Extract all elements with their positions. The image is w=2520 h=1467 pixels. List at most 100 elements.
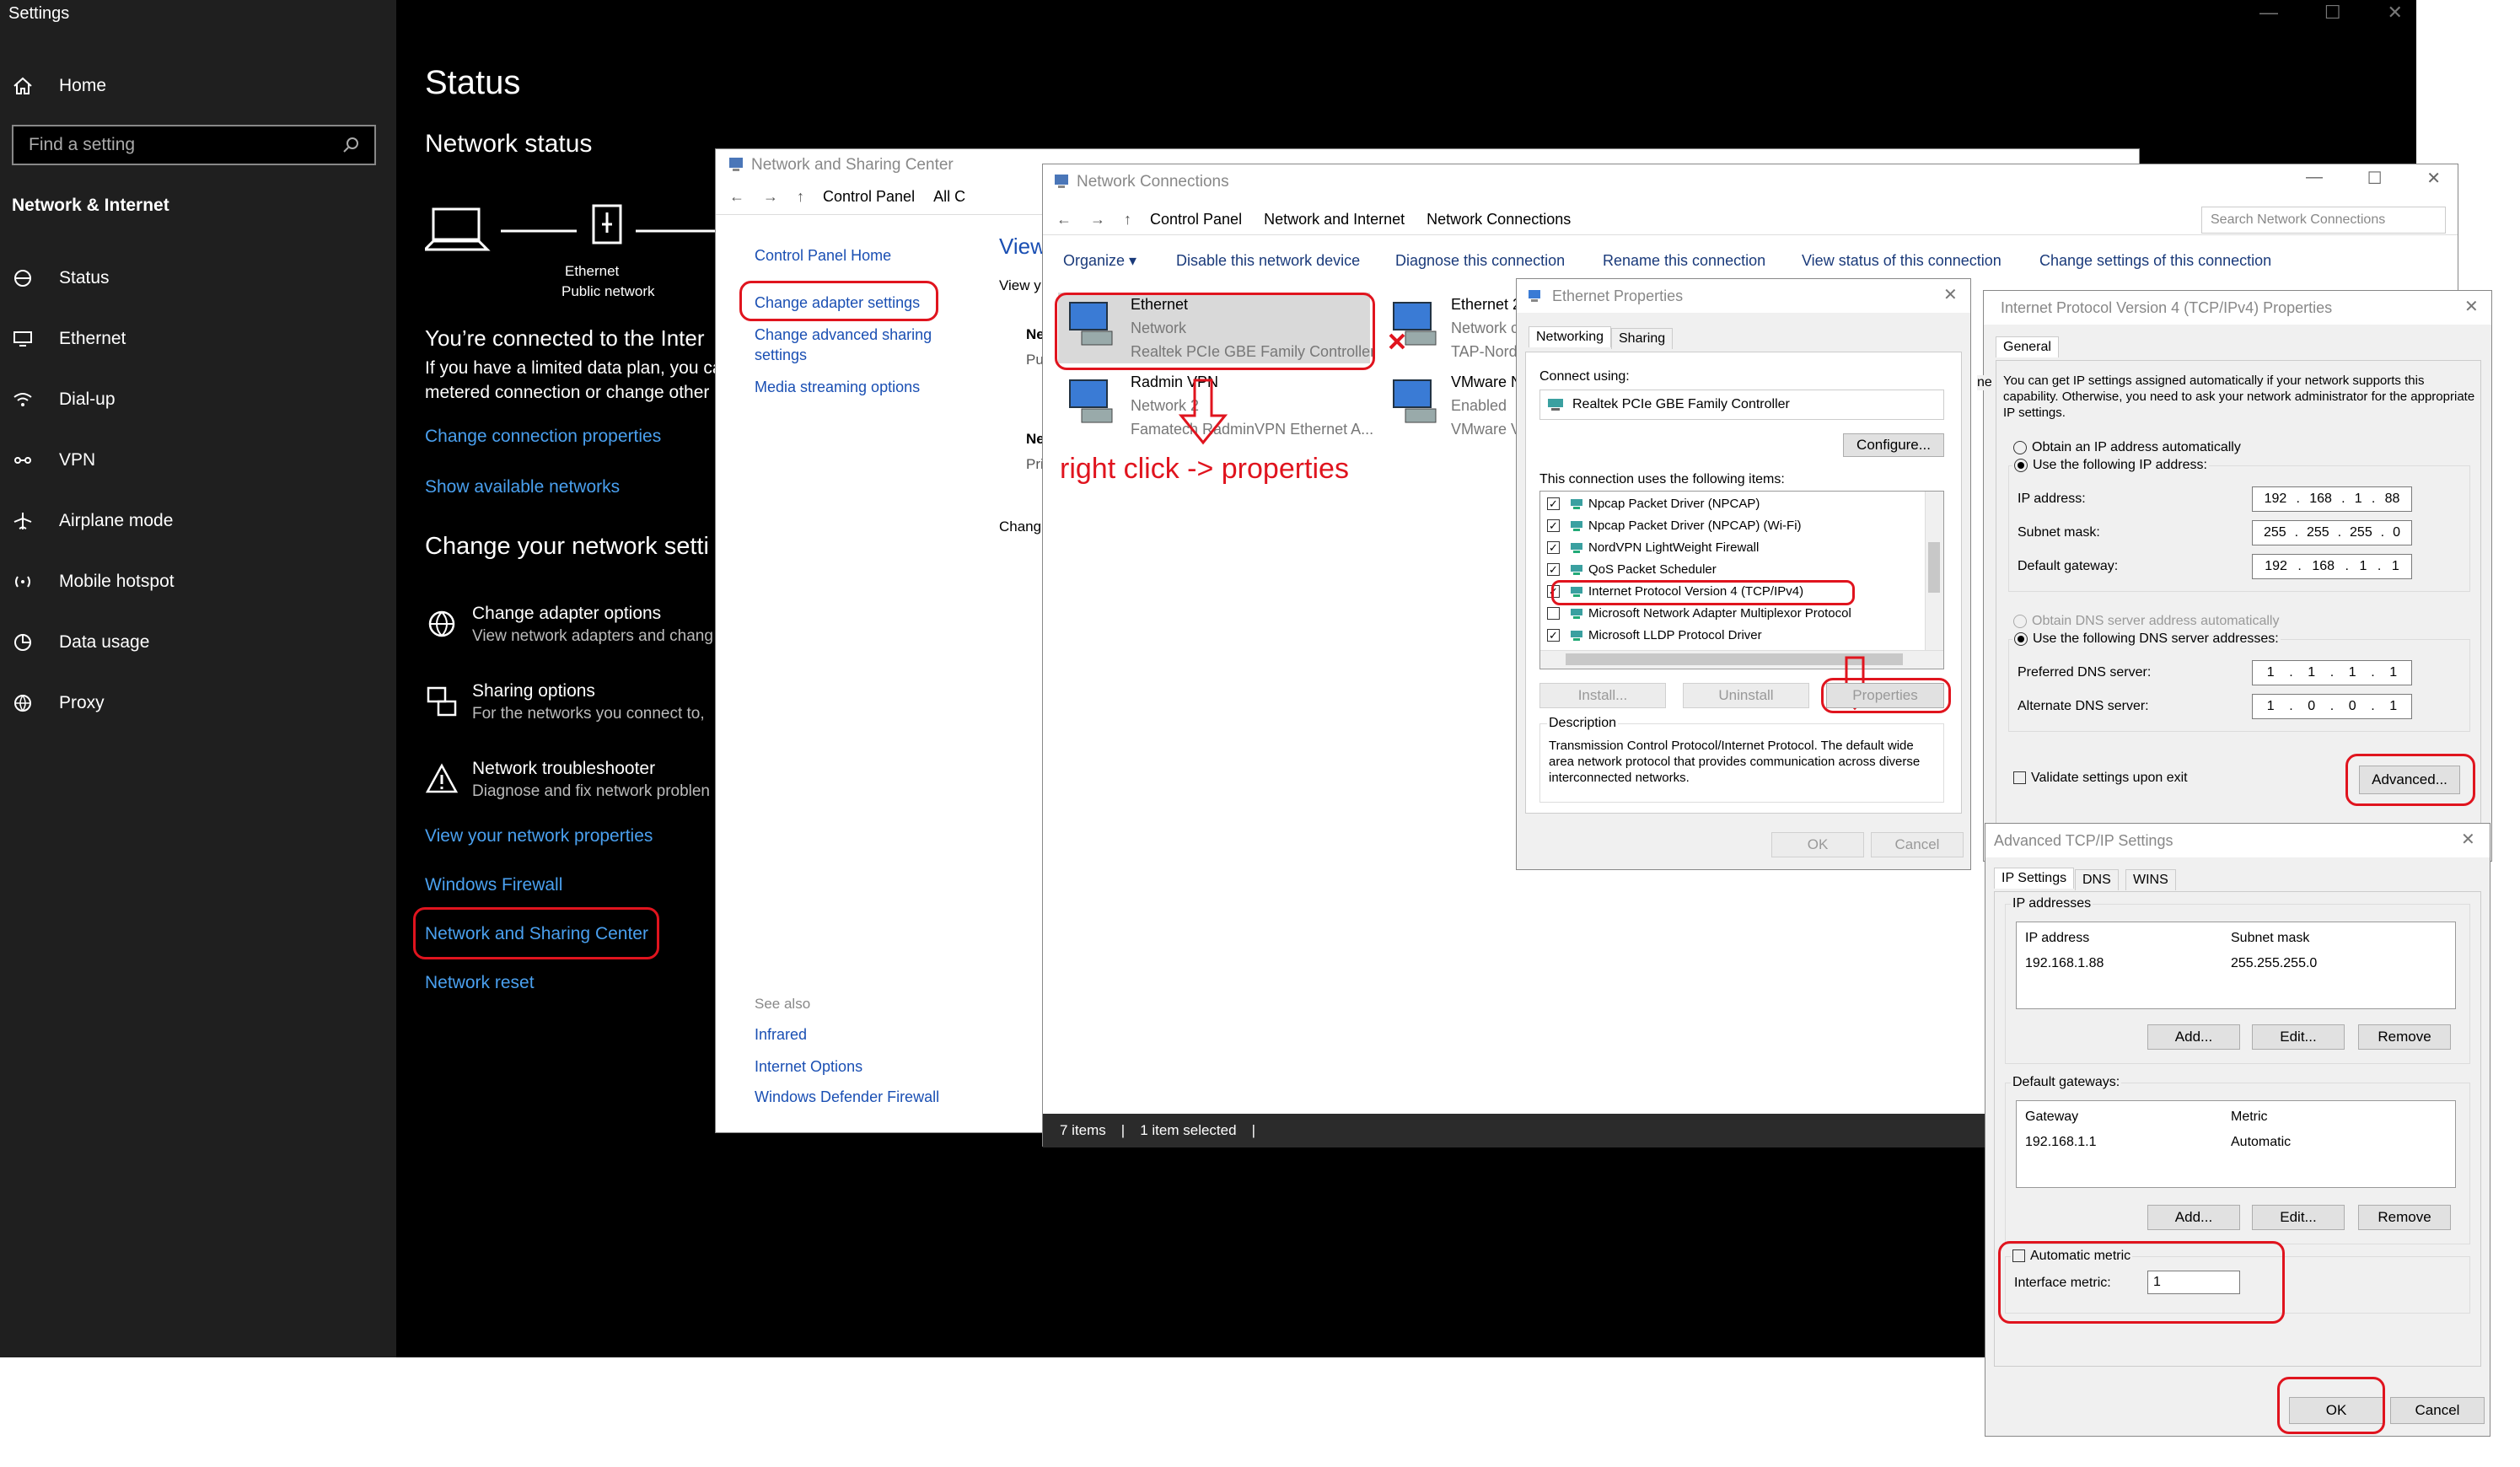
configure-button[interactable]: Configure...	[1843, 433, 1944, 457]
tab-ip-settings[interactable]: IP Settings	[1994, 868, 2075, 889]
ip-add-button[interactable]: Add...	[2147, 1024, 2240, 1050]
control-panel-home-link[interactable]: Control Panel Home	[755, 247, 891, 265]
component-item[interactable]: ✓ Npcap Packet Driver (NPCAP)	[1547, 497, 1760, 511]
network-reset-link[interactable]: Network reset	[425, 973, 535, 993]
nav-item-mobile-hotspot[interactable]: Mobile hotspot	[12, 565, 175, 599]
minimize-icon[interactable]: —	[2259, 2, 2278, 24]
windows-firewall-link[interactable]: Windows Firewall	[425, 875, 562, 895]
nc-search-input[interactable]: Search Network Connections	[2201, 207, 2446, 234]
nav-home[interactable]: Home	[12, 69, 106, 103]
nav-item-vpn[interactable]: VPN	[12, 443, 95, 477]
nc-close-icon[interactable]: ✕	[2426, 168, 2441, 189]
checkbox-checked-icon[interactable]: ✓	[1547, 563, 1560, 576]
items-scrollbar-thumb[interactable]	[1928, 542, 1940, 593]
nc-crumb-2[interactable]: Network Connections	[1427, 211, 1571, 228]
change-advanced-sharing-link-line1[interactable]: Change advanced sharing	[755, 326, 932, 344]
search-input[interactable]: Find a setting	[12, 125, 376, 165]
gw-row-metric[interactable]: Automatic	[2231, 1135, 2291, 1150]
ip-row-ip[interactable]: 192.168.1.88	[2025, 956, 2104, 971]
close-icon[interactable]: ✕	[2388, 2, 2403, 24]
forward-arrow-icon[interactable]: →	[763, 188, 778, 206]
diagnose-button[interactable]: Diagnose this connection	[1395, 252, 1565, 270]
subnet-mask-field[interactable]: 255. 255. 255. 0	[2252, 520, 2412, 545]
nc-forward-icon[interactable]: →	[1090, 211, 1105, 228]
gw-add-button[interactable]: Add...	[2147, 1205, 2240, 1230]
nc-crumb-1[interactable]: Network and Internet	[1264, 211, 1405, 228]
network-component-icon	[1571, 542, 1582, 553]
gateway-field[interactable]: 192. 168. 1. 1	[2252, 554, 2412, 579]
hotspot-icon	[15, 576, 30, 588]
tab-networking[interactable]: Networking	[1529, 326, 1612, 347]
internet-options-link[interactable]: Internet Options	[755, 1058, 862, 1076]
gw-remove-button[interactable]: Remove	[2358, 1205, 2451, 1230]
nc-minimize-icon[interactable]: —	[2306, 168, 2323, 189]
adapter-vmware[interactable]: VMware N Enabled VMware V	[1384, 370, 1535, 441]
eth-cancel-button[interactable]: Cancel	[1871, 832, 1964, 857]
ip-row-mask[interactable]: 255.255.255.0	[2231, 956, 2317, 971]
checkbox-unchecked-icon[interactable]	[1547, 607, 1560, 620]
adapter-ethernet-2[interactable]: Ethernet 2 Network c TAP-Nord	[1384, 293, 1535, 363]
component-item[interactable]: ✓ Microsoft LLDP Protocol Driver	[1547, 628, 1762, 642]
maximize-icon[interactable]: ☐	[2324, 2, 2341, 24]
view-network-properties-link[interactable]: View your network properties	[425, 826, 653, 846]
change-advanced-sharing-link-line2[interactable]: settings	[755, 347, 807, 364]
items-scrollbar-vertical[interactable]	[1925, 492, 1943, 652]
tab-sharing[interactable]: Sharing	[1611, 328, 1674, 349]
nav-item-proxy[interactable]: Proxy	[12, 686, 105, 720]
media-streaming-link[interactable]: Media streaming options	[755, 379, 920, 396]
adv-close-icon[interactable]: ✕	[2461, 829, 2475, 850]
nsc-crumb-control-panel[interactable]: Control Panel	[823, 188, 915, 206]
checkbox-checked-icon[interactable]: ✓	[1547, 629, 1560, 642]
tab-dns[interactable]: DNS	[2075, 869, 2119, 890]
obtain-ip-auto-radio[interactable]: Obtain an IP address automatically	[2013, 440, 2241, 455]
show-available-networks-link[interactable]: Show available networks	[425, 477, 620, 497]
nav-item-status[interactable]: Status	[12, 261, 110, 295]
ip-address-field[interactable]: 192. 168. 1. 88	[2252, 486, 2412, 512]
preferred-dns-field[interactable]: 1.1.1.1	[2252, 660, 2412, 685]
tab-general[interactable]: General	[1996, 336, 2059, 357]
gw-edit-button[interactable]: Edit...	[2252, 1205, 2345, 1230]
component-item[interactable]: ✓ NordVPN LightWeight Firewall	[1547, 540, 1759, 555]
items-scrollbar-horizontal[interactable]	[1540, 650, 1943, 669]
ip-remove-button[interactable]: Remove	[2358, 1024, 2451, 1050]
organize-button[interactable]: Organize ▾	[1063, 252, 1136, 270]
eth-close-icon[interactable]: ✕	[1943, 284, 1958, 305]
defender-firewall-link[interactable]: Windows Defender Firewall	[755, 1088, 939, 1106]
dns-auto-radio[interactable]: Obtain DNS server address automatically	[2013, 614, 2279, 629]
view-status-button[interactable]: View status of this connection	[1802, 252, 2001, 270]
up-arrow-icon[interactable]: ↑	[797, 188, 804, 206]
nav-item-airplane-mode[interactable]: Airplane mode	[12, 504, 173, 538]
nc-maximize-icon[interactable]: ☐	[2367, 168, 2383, 189]
nav-item-ethernet[interactable]: Ethernet	[12, 322, 126, 356]
install-button[interactable]: Install...	[1539, 683, 1666, 708]
back-arrow-icon[interactable]: ←	[729, 188, 744, 206]
alternate-dns-field[interactable]: 1.0.0.1	[2252, 694, 2412, 719]
use-ip-radio[interactable]: Use the following IP address:	[2012, 458, 2209, 473]
component-item[interactable]: ✓ Npcap Packet Driver (NPCAP) (Wi-Fi)	[1547, 519, 1802, 533]
gw-row-gateway[interactable]: 192.168.1.1	[2025, 1135, 2097, 1150]
nc-crumb-0[interactable]: Control Panel	[1150, 211, 1242, 228]
uninstall-button[interactable]: Uninstall	[1683, 683, 1809, 708]
infrared-link[interactable]: Infrared	[755, 1026, 807, 1044]
nc-up-icon[interactable]: ↑	[1124, 211, 1131, 228]
nsc-crumb-all[interactable]: All C	[933, 188, 965, 206]
nav-item-data-usage[interactable]: Data usage	[12, 626, 149, 659]
dns-use-radio[interactable]: Use the following DNS server addresses:	[2012, 631, 2281, 647]
component-item[interactable]: ✓ QoS Packet Scheduler	[1547, 562, 1717, 577]
nc-back-icon[interactable]: ←	[1056, 211, 1072, 228]
change-connection-properties-link[interactable]: Change connection properties	[425, 427, 661, 447]
tab-wins[interactable]: WINS	[2125, 869, 2176, 890]
nav-item-dial-up[interactable]: Dial-up	[12, 383, 116, 416]
checkbox-checked-icon[interactable]: ✓	[1547, 541, 1560, 554]
eth-ok-button[interactable]: OK	[1771, 832, 1864, 857]
rename-button[interactable]: Rename this connection	[1603, 252, 1765, 270]
ip-edit-button[interactable]: Edit...	[2252, 1024, 2345, 1050]
validate-checkbox[interactable]: Validate settings upon exit	[2013, 771, 2188, 786]
change-settings-button[interactable]: Change settings of this connection	[2039, 252, 2271, 270]
checkbox-checked-icon[interactable]: ✓	[1547, 519, 1560, 532]
checkbox-checked-icon[interactable]: ✓	[1547, 497, 1560, 510]
adv-cancel-button[interactable]: Cancel	[2390, 1397, 2485, 1424]
component-item[interactable]: Microsoft Network Adapter Multiplexor Pr…	[1547, 606, 1851, 621]
disable-device-button[interactable]: Disable this network device	[1176, 252, 1360, 270]
ipv4-close-icon[interactable]: ✕	[2464, 296, 2479, 317]
